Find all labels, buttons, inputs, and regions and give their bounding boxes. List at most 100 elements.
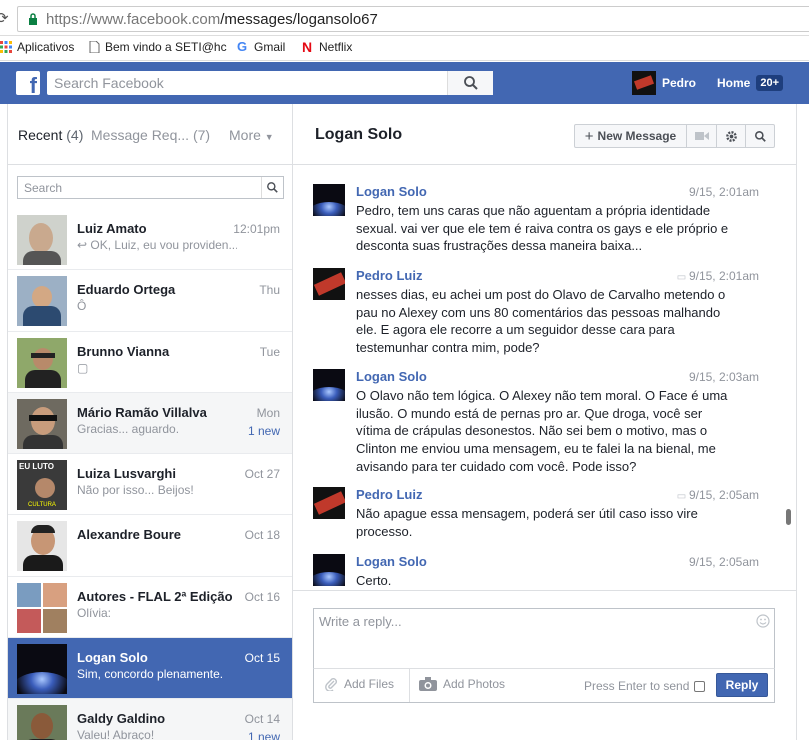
press-enter-label: Press Enter to send xyxy=(584,679,690,693)
conversation-item[interactable]: Luiz Amato ↩ OK, Luiz, eu vou providen..… xyxy=(8,209,292,271)
bookmark-label: Aplicativos xyxy=(17,40,75,54)
plus-icon: + xyxy=(584,127,594,145)
conversation-time: Mon xyxy=(256,405,280,420)
conversation-item[interactable]: Mário Ramão Villalva Gracias... aguardo.… xyxy=(8,392,292,455)
bookmarks-bar: Aplicativos Bem vindo a SETI@hc G Gmail … xyxy=(0,36,809,61)
bookmark-seti[interactable]: Bem vindo a SETI@hc xyxy=(88,40,227,54)
message-text: Certo. xyxy=(356,573,392,588)
message-sender[interactable]: Logan Solo xyxy=(356,184,427,199)
facebook-search-input[interactable] xyxy=(54,75,434,91)
message-sender[interactable]: Logan Solo xyxy=(356,554,427,569)
message-text: O Olavo não tem lógica. O Alexey não tem… xyxy=(356,388,728,474)
message-time: ▭ 9/15, 2:01am xyxy=(676,269,759,283)
reload-icon[interactable]: ⟳ xyxy=(0,9,9,27)
profile-name: Pedro xyxy=(662,76,697,90)
facebook-logo-icon[interactable]: f xyxy=(16,71,40,98)
bookmark-gmail[interactable]: G Gmail xyxy=(237,40,285,54)
conversation-time: Tue xyxy=(259,344,280,359)
avatar xyxy=(17,337,67,388)
thread-toolbar: + New Message xyxy=(574,124,775,148)
avatar xyxy=(313,554,345,586)
reply-input[interactable] xyxy=(319,614,739,664)
emoji-icon[interactable] xyxy=(756,614,770,628)
search-icon xyxy=(754,130,766,142)
tab-recent[interactable]: Recent (4) xyxy=(18,127,83,143)
conversation-snippet: Sim, concordo plenamente. xyxy=(77,667,224,682)
conversation-snippet: Valeu! Abraço! xyxy=(77,728,155,740)
message-group: Pedro Luiz ▭ 9/15, 2:05am Não apague ess… xyxy=(293,487,773,539)
message-text: Não apague essa mensagem, poderá ser úti… xyxy=(356,506,698,539)
message-sender[interactable]: Pedro Luiz xyxy=(356,487,422,502)
tab-more[interactable]: More ▼ xyxy=(229,127,274,143)
page-icon xyxy=(89,41,100,53)
avatar xyxy=(313,487,345,519)
conversation-time: Oct 18 xyxy=(244,528,280,543)
avatar xyxy=(17,276,67,327)
conversation-item[interactable]: Autores - FLAL 2ª Edição Olívia: Oct 16 xyxy=(8,577,292,639)
conversation-name: Mário Ramão Villalva xyxy=(77,404,207,420)
message-text: nesses dias, eu achei um post do Olavo d… xyxy=(356,287,726,356)
conversation-snippet: Não por isso... Beijos! xyxy=(77,483,194,498)
conversation-time: Oct 16 xyxy=(244,589,280,604)
message-time: ▭ 9/15, 2:05am xyxy=(676,488,759,502)
message-sender[interactable]: Logan Solo xyxy=(356,369,427,384)
add-files-button[interactable]: Add Files xyxy=(324,677,394,691)
paperclip-icon xyxy=(325,678,337,691)
page-scrollbar[interactable] xyxy=(796,104,809,740)
facebook-search xyxy=(47,71,493,95)
conversation-list-panel: Recent (4) Message Req... (7) More ▼ Lui… xyxy=(7,104,293,740)
avatar xyxy=(17,521,67,572)
conversation-item-selected[interactable]: Logan Solo Sim, concordo plenamente. Oct… xyxy=(8,638,292,700)
message-thread: Logan Solo 9/15, 2:01am Pedro, tem uns c… xyxy=(293,165,796,590)
thread-header: Logan Solo + New Message xyxy=(293,104,796,165)
reply-toolbar: Add Files Add Photos Press Enter to send… xyxy=(313,668,775,703)
conversation-name: Eduardo Ortega xyxy=(77,282,176,298)
message-time: 9/15, 2:05am xyxy=(688,555,759,569)
bookmark-label: Gmail xyxy=(254,40,286,54)
reply-button[interactable]: Reply xyxy=(716,673,768,697)
conversation-list: Luiz Amato ↩ OK, Luiz, eu vou providen..… xyxy=(8,209,292,740)
divider xyxy=(409,669,410,702)
new-message-button[interactable]: + New Message xyxy=(575,125,687,147)
bookmark-apps[interactable]: Aplicativos xyxy=(0,40,74,54)
add-photos-button[interactable]: Add Photos xyxy=(419,677,505,691)
search-icon xyxy=(463,76,478,90)
conversation-time: Oct 27 xyxy=(244,467,280,482)
tab-message-requests[interactable]: Message Req... (7) xyxy=(91,127,210,143)
search-icon xyxy=(267,182,278,193)
profile-link[interactable]: Pedro xyxy=(632,71,696,95)
message-text: Pedro, tem uns caras que não aguentam a … xyxy=(356,203,729,254)
conversation-item[interactable]: Brunno Vianna ▢ Tue xyxy=(8,332,292,393)
press-enter-checkbox[interactable] xyxy=(694,680,706,692)
search-button[interactable] xyxy=(261,177,283,198)
conversation-time: Thu xyxy=(259,283,280,298)
conversation-search-input[interactable] xyxy=(24,181,254,195)
message-group: Logan Solo 9/15, 2:01am Pedro, tem uns c… xyxy=(293,184,773,254)
conversation-item[interactable]: Alexandre Boure Oct 18 xyxy=(8,515,292,577)
search-button[interactable] xyxy=(447,71,493,95)
press-enter-toggle[interactable]: Press Enter to send xyxy=(584,679,706,693)
google-icon: G xyxy=(237,39,248,54)
url-text: https://www.facebook.com/messages/logans… xyxy=(46,11,378,28)
video-call-button[interactable] xyxy=(687,125,717,147)
search-conversation-button[interactable] xyxy=(746,125,774,147)
conversation-time: 12:01pm xyxy=(233,222,280,236)
thread-scrollbar[interactable] xyxy=(786,509,791,525)
home-link[interactable]: Home 20+ xyxy=(717,75,784,91)
seen-icon: ▭ xyxy=(676,491,689,502)
video-camera-icon xyxy=(694,132,709,140)
conversation-item[interactable]: EU LUTO CULTURA Luiza Lusvarghi Não por i… xyxy=(8,454,292,516)
bookmark-netflix[interactable]: N Netflix xyxy=(302,40,352,54)
settings-button[interactable] xyxy=(717,125,746,147)
message-sender[interactable]: Pedro Luiz xyxy=(356,268,422,283)
conversation-item[interactable]: Eduardo Ortega Ô Thu xyxy=(8,270,292,332)
conversation-name: Galdy Galdino xyxy=(77,711,166,727)
avatar xyxy=(313,184,345,216)
avatar: EU LUTO CULTURA xyxy=(17,460,67,511)
message-group: Logan Solo 9/15, 2:05am Certo. xyxy=(293,554,773,590)
conversation-time: Oct 15 xyxy=(244,651,280,666)
url-box[interactable]: https://www.facebook.com/messages/logans… xyxy=(17,6,809,32)
conversation-name: Alexandre Boure xyxy=(77,527,182,543)
conversation-item[interactable]: Galdy Galdino Valeu! Abraço! Oct 14 1 ne… xyxy=(8,699,292,740)
avatar xyxy=(313,268,345,300)
